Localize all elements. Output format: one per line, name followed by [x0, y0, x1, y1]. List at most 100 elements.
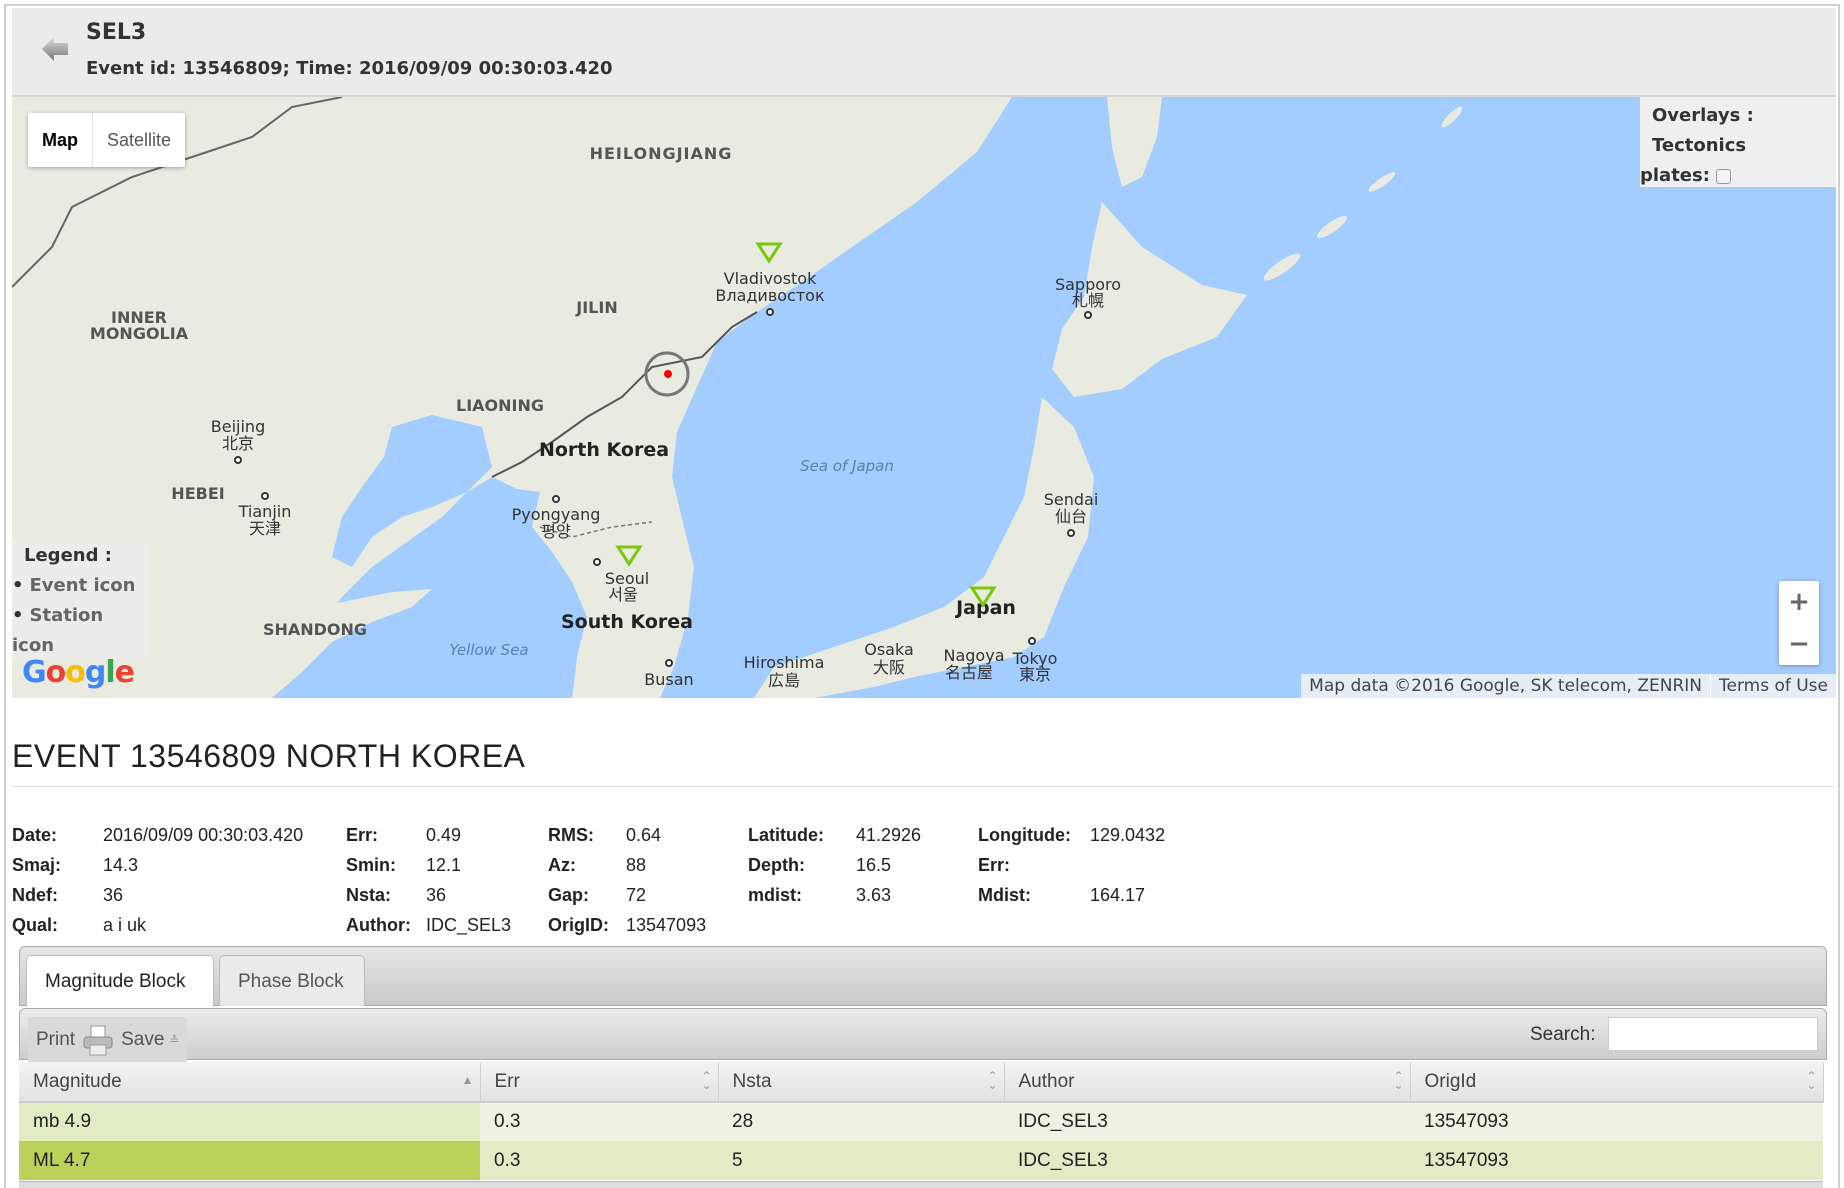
column-header-nsta[interactable]: Nsta ⌃ ⌄: [718, 1062, 1005, 1103]
map-type-control: Map Satellite: [28, 113, 186, 167]
event-title: EVENT 13546809 NORTH KOREA: [12, 738, 526, 774]
legend-title: Legend :: [24, 545, 112, 566]
field-label: Gap:: [548, 885, 590, 905]
magnitude-table: Magnitude ▲ Err ⌃ ⌄ Nsta ⌃ ⌄ Author ⌃ ⌄ OrigId ⌃…: [19, 1062, 1824, 1180]
field-value-date: 2016/09/09 00:30:03.420: [103, 825, 304, 845]
cell-nsta: 28: [718, 1102, 1004, 1141]
label-tianjin-cn: 天津: [249, 519, 281, 538]
field-value-smaj: 14.3: [103, 855, 139, 875]
field-value-ndef: 36: [103, 885, 124, 905]
print-button[interactable]: Print: [36, 1029, 75, 1051]
field-label: RMS:: [548, 825, 594, 845]
tab-phase-block[interactable]: Phase Block: [219, 955, 365, 1006]
field-value-err: 0.49: [426, 825, 462, 845]
header-subtitle: Event id: 13546809; Time: 2016/09/09 00:…: [86, 58, 613, 79]
field-label: Mdist:: [978, 885, 1031, 905]
field-label: Author:: [346, 915, 411, 935]
label-osaka: Osaka: [864, 640, 914, 659]
cell-err: 0.3: [480, 1102, 718, 1141]
zoom-in-button[interactable]: +: [1779, 581, 1819, 623]
label-north-korea: North Korea: [539, 439, 669, 461]
field-value-depth: 16.5: [856, 855, 892, 875]
field-value-smin: 12.1: [426, 855, 462, 875]
sort-asc-icon[interactable]: ▲: [462, 1074, 474, 1086]
field-label: Depth:: [748, 855, 805, 875]
table-row[interactable]: mb 4.9 0.3 28 IDC_SEL3 13547093: [19, 1102, 1823, 1141]
field-value-latitude: 41.2926: [856, 825, 922, 845]
search-input[interactable]: [1608, 1017, 1818, 1051]
field-label: Date:: [12, 825, 58, 845]
label-seoul-kr: 서울: [608, 585, 637, 604]
table-row[interactable]: ML 4.7 0.3 5 IDC_SEL3 13547093: [19, 1141, 1823, 1180]
map[interactable]: HEILONGJIANG INNER MONGOLIA JILIN LIAONI…: [12, 97, 1836, 698]
label-osaka-jp: 大阪: [873, 658, 905, 677]
table-footer: [19, 1181, 1823, 1188]
field-value-longitude: 129.0432: [1090, 825, 1166, 845]
sort-icon[interactable]: ⌃ ⌄: [1393, 1070, 1403, 1091]
column-header-author[interactable]: Author ⌃ ⌄: [1004, 1062, 1411, 1103]
field-value-mdist: 3.63: [856, 885, 892, 905]
save-button[interactable]: Save: [121, 1029, 164, 1051]
tectonic-plates-checkbox[interactable]: [1715, 168, 1731, 184]
label-nagoya-jp: 名古屋: [945, 663, 993, 682]
field-value-rms: 0.64: [626, 825, 662, 845]
overlays-panel: Overlays : Tectonics plates:: [1640, 97, 1836, 187]
label-sendai-jp: 仙台: [1055, 507, 1087, 526]
label-tokyo-jp: 東京: [1019, 665, 1051, 684]
google-logo[interactable]: Google: [22, 655, 135, 690]
field-label: Az:: [548, 855, 576, 875]
column-header-magnitude[interactable]: Magnitude ▲: [19, 1062, 481, 1103]
field-value-az: 88: [626, 855, 647, 875]
map-canvas[interactable]: HEILONGJIANG INNER MONGOLIA JILIN LIAONI…: [12, 97, 1836, 698]
map-type-map-button[interactable]: Map: [28, 113, 93, 167]
sakhalin: [1107, 97, 1162, 187]
column-header-err[interactable]: Err ⌃ ⌄: [480, 1062, 719, 1103]
zoom-control: + −: [1779, 581, 1819, 665]
table-toolbar: Print Save ≛ Search:: [19, 1008, 1827, 1063]
field-label: Ndef:: [12, 885, 58, 905]
field-label: Latitude:: [748, 825, 824, 845]
field-value-author: IDC_SEL3: [426, 915, 512, 935]
terms-of-use-link[interactable]: Terms of Use: [1709, 674, 1836, 698]
field-value-qual: a i uk: [103, 915, 147, 935]
overlays-title: Overlays :: [1652, 105, 1754, 126]
chevron-down-icon[interactable]: ≛: [169, 1033, 179, 1047]
page-header: SEL3 Event id: 13546809; Time: 2016/09/0…: [12, 8, 1836, 97]
tab-magnitude-block[interactable]: Magnitude Block: [26, 955, 214, 1006]
label-south-korea: South Korea: [561, 611, 693, 633]
cell-magnitude: ML 4.7: [19, 1141, 480, 1180]
label-vladivostok-ru: Владивосток: [715, 286, 825, 305]
label-pyongyang-kr: 평양: [541, 522, 571, 541]
label-liaoning: LIAONING: [456, 396, 544, 415]
event-icon[interactable]: [664, 370, 672, 378]
divider: [12, 786, 1834, 787]
sort-icon[interactable]: ⌃ ⌄: [701, 1070, 711, 1091]
field-label: mdist:: [748, 885, 802, 905]
label-shandong: SHANDONG: [263, 620, 367, 639]
field-label: Err:: [346, 825, 379, 845]
field-value-max-dist: 164.17: [1090, 885, 1146, 905]
map-type-satellite-button[interactable]: Satellite: [93, 113, 185, 167]
field-label: Longitude:: [978, 825, 1071, 845]
sort-icon[interactable]: ⌃ ⌄: [1806, 1070, 1816, 1091]
column-header-origid[interactable]: OrigId ⌃ ⌄: [1410, 1062, 1824, 1103]
map-attribution: Map data ©2016 Google, SK telecom, ZENRI…: [1301, 674, 1836, 698]
overlays-tectonics: Tectonics: [1652, 135, 1747, 156]
label-mongolia: MONGOLIA: [90, 324, 189, 343]
tab-bar: Magnitude Block Phase Block: [19, 946, 1827, 1006]
cell-err: 0.3: [480, 1141, 718, 1180]
field-label: Nsta:: [346, 885, 392, 905]
field-value-origid: 13547093: [626, 915, 707, 935]
label-heilongjiang: HEILONGJIANG: [590, 144, 733, 163]
sort-icon[interactable]: ⌃ ⌄: [987, 1070, 997, 1091]
label-sea-of-japan: Sea of Japan: [800, 457, 894, 475]
label-yellow-sea: Yellow Sea: [449, 641, 528, 659]
zoom-out-button[interactable]: −: [1779, 623, 1819, 665]
cell-origid: 13547093: [1410, 1141, 1823, 1180]
back-arrow-icon[interactable]: [40, 34, 72, 64]
printer-icon[interactable]: [81, 1023, 115, 1057]
label-beijing-cn: 北京: [222, 434, 254, 453]
kuril-islands: [1263, 106, 1463, 281]
field-label: Smin:: [346, 855, 397, 875]
field-label: Smaj:: [12, 855, 62, 875]
